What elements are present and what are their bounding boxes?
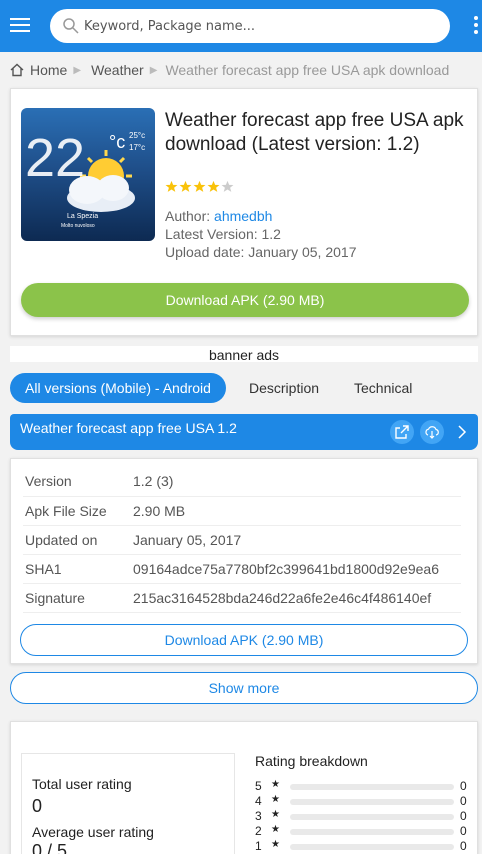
author-line: Author: ahmedbh <box>165 208 272 224</box>
author-label: Author: <box>165 208 211 224</box>
star-icon: ★ <box>271 809 280 820</box>
version-title: Weather forecast app free USA 1.2 <box>20 420 237 436</box>
detail-key: Updated on <box>23 525 133 555</box>
banner-ads: banner ads <box>10 346 478 363</box>
more-options-icon[interactable] <box>474 16 482 38</box>
average-rating-label: Average user rating <box>32 824 154 840</box>
rating-breakdown-row: 2 ★ 0 <box>255 824 467 838</box>
rating-breakdown-title: Rating breakdown <box>255 753 368 769</box>
author-link[interactable]: ahmedbh <box>214 208 272 224</box>
app-title: Weather forecast app free USA apk downlo… <box>165 110 464 155</box>
star-icon: ★ <box>271 779 280 790</box>
chevron-right-icon: ▶ <box>73 64 82 76</box>
icon-city: La Spezia <box>67 213 98 220</box>
rating-bar <box>290 829 454 835</box>
detail-key: Version <box>23 467 133 497</box>
detail-value: 2.90 MB <box>133 496 461 526</box>
top-bar <box>0 0 482 52</box>
rating-card: Total user rating 0 Average user rating … <box>10 721 478 854</box>
rating-bar <box>290 799 454 805</box>
table-row: Version 1.2 (3) <box>23 467 461 497</box>
table-row: SHA1 09164adce75a7780bf2c399641bd1800d92e… <box>23 554 461 584</box>
download-apk-button[interactable]: Download APK (2.90 MB) <box>21 283 469 317</box>
rating-summary: Total user rating 0 Average user rating … <box>21 753 235 854</box>
rating-bar <box>290 844 454 850</box>
show-more-button[interactable]: Show more <box>10 672 478 704</box>
star-icon: ★ <box>271 824 280 835</box>
star-icon: ★ <box>271 794 280 805</box>
chevron-right-icon: ▶ <box>149 64 158 76</box>
search-icon <box>63 18 79 34</box>
search-box[interactable] <box>50 9 450 43</box>
download-apk-outline-button[interactable]: Download APK (2.90 MB) <box>20 624 468 656</box>
rating-breakdown-row: 1 ★ 0 <box>255 839 467 853</box>
icon-unit: °c <box>109 132 125 152</box>
total-rating-value: 0 <box>32 796 43 816</box>
tab-bar: All versions (Mobile) - Android Descript… <box>10 373 478 403</box>
rating-breakdown-row: 5 ★ 0 <box>255 779 467 793</box>
weather-icon: 22 °c 25°c 17°c La Spezia Molto nuvoloso <box>25 128 145 229</box>
breadcrumb-home-link[interactable]: Home <box>30 62 67 78</box>
detail-value: 09164adce75a7780bf2c399641bd1800d92e9ea6 <box>133 554 461 584</box>
table-row: Signature 215ac3164528bda246d22a6fe2e46c4… <box>23 583 461 613</box>
detail-key: Signature <box>23 583 133 613</box>
upload-date: Upload date: January 05, 2017 <box>165 244 357 260</box>
star-icon <box>207 180 220 192</box>
rating-breakdown-row: 4 ★ 0 <box>255 794 467 808</box>
detail-value: 215ac3164528bda246d22a6fe2e46c4f486140ef <box>133 583 461 613</box>
breadcrumb-current: Weather forecast app free USA apk downlo… <box>165 62 450 78</box>
chevron-right-icon[interactable] <box>454 423 470 441</box>
home-icon <box>10 63 24 77</box>
tab-technical[interactable]: Technical <box>354 373 412 403</box>
rating-breakdown-row: 3 ★ 0 <box>255 809 467 823</box>
star-icon <box>221 180 234 192</box>
star-icon <box>179 180 192 192</box>
detail-value: 1.2 (3) <box>133 467 461 497</box>
star-icon <box>193 180 206 192</box>
details-table: Version 1.2 (3) Apk File Size 2.90 MB Upda… <box>23 467 461 613</box>
app-info-card: 22 °c 25°c 17°c La Spezia Molto nuvoloso… <box>10 88 478 336</box>
table-row: Updated on January 05, 2017 <box>23 525 461 555</box>
star-icon: ★ <box>271 839 280 850</box>
tab-all-versions[interactable]: All versions (Mobile) - Android <box>10 373 226 403</box>
icon-temperature: 22 <box>25 128 85 188</box>
table-row: Apk File Size 2.90 MB <box>23 496 461 526</box>
star-icon <box>165 180 178 192</box>
latest-version: Latest Version: 1.2 <box>165 226 281 242</box>
version-details-card: Version 1.2 (3) Apk File Size 2.90 MB Upda… <box>10 458 478 664</box>
icon-condition: Molto nuvoloso <box>61 223 95 229</box>
icon-high: 25°c <box>129 131 145 140</box>
hamburger-menu-icon[interactable] <box>8 14 32 38</box>
rating-bar <box>290 784 454 790</box>
rating-bar <box>290 814 454 820</box>
cloud-download-icon[interactable] <box>420 420 444 444</box>
rating-stars <box>165 180 235 193</box>
app-icon: 22 °c 25°c 17°c La Spezia Molto nuvoloso <box>21 108 155 241</box>
breadcrumb: Home ▶ Weather ▶ Weather forecast app fr… <box>10 60 449 80</box>
icon-low: 17°c <box>129 143 145 152</box>
detail-key: SHA1 <box>23 554 133 584</box>
breadcrumb-category-link[interactable]: Weather <box>91 62 144 78</box>
tab-description[interactable]: Description <box>249 373 319 403</box>
average-rating-value: 0 / 5 <box>32 841 68 854</box>
detail-key: Apk File Size <box>23 496 133 526</box>
search-input[interactable] <box>84 15 434 37</box>
external-link-icon[interactable] <box>390 420 414 444</box>
total-rating-label: Total user rating <box>32 776 132 792</box>
detail-value: January 05, 2017 <box>133 525 461 555</box>
version-header[interactable]: Weather forecast app free USA 1.2 <box>10 414 478 450</box>
